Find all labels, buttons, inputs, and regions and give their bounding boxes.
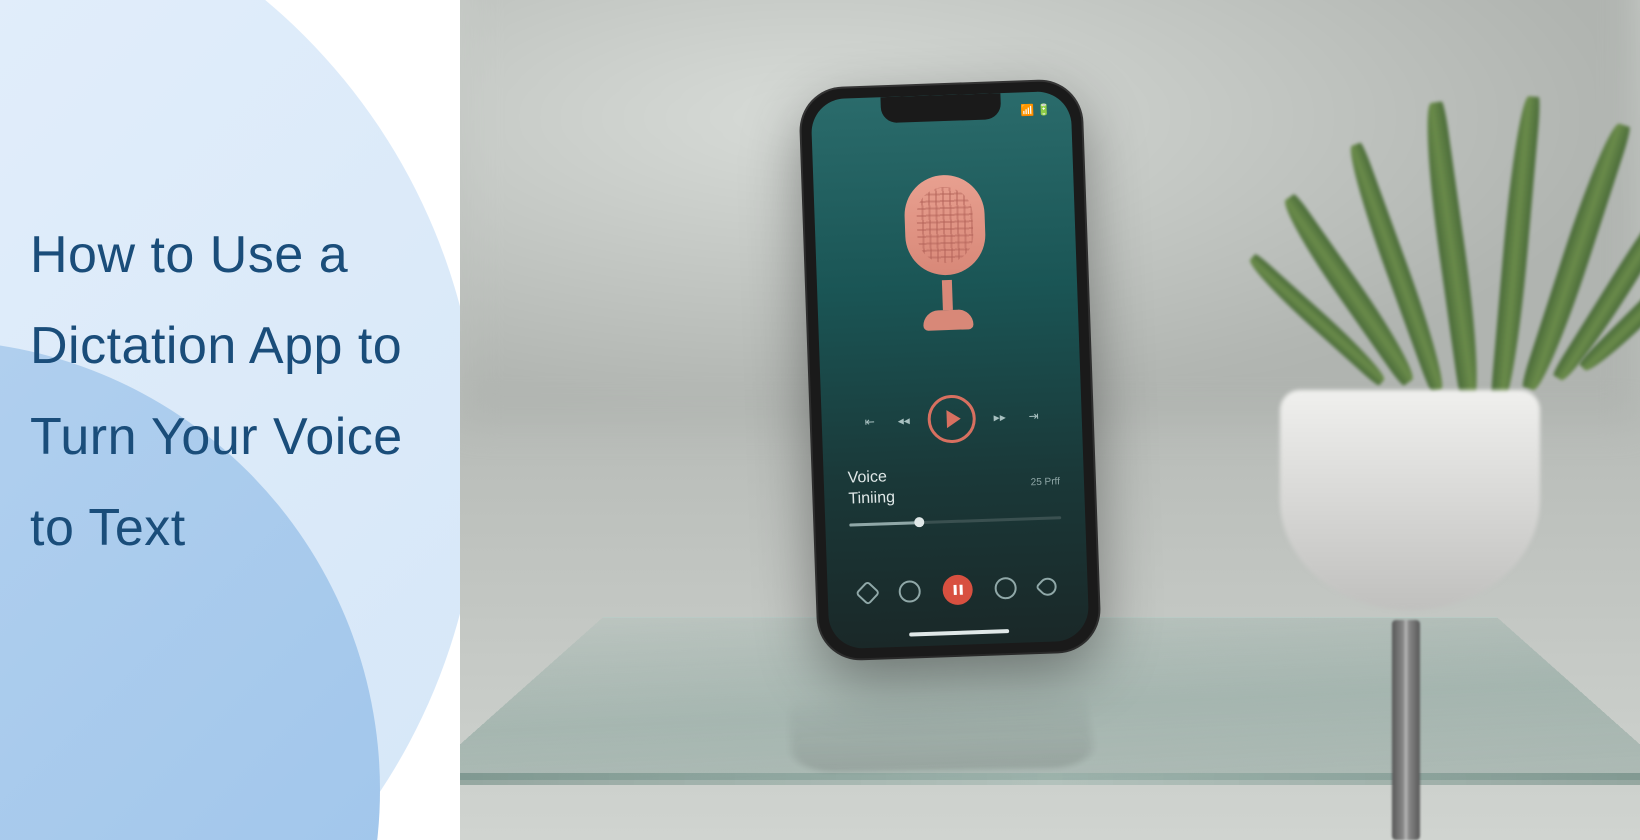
time-label: 25 Prff: [1031, 476, 1061, 488]
table-leg: [1392, 620, 1420, 840]
mic-base: [923, 309, 974, 331]
status-right: 📶 🔋: [1020, 103, 1051, 117]
phone-mockup: 📶 🔋 ⇤ ◂◂ ▸▸ ⇥: [800, 80, 1100, 659]
next-icon: ▸▸: [989, 407, 1010, 428]
mic-grid: [916, 186, 975, 264]
play-triangle-icon: [946, 410, 961, 428]
playback-controls: ⇤ ◂◂ ▸▸ ⇥: [821, 390, 1083, 447]
article-title: How to Use a Dictation App to Turn Your …: [0, 0, 460, 574]
skip-forward-icon: ⇥: [1023, 406, 1044, 427]
plant-pot: [1280, 390, 1540, 610]
progress-handle-icon: [914, 517, 924, 527]
table-edge: [460, 773, 1640, 785]
nav-diamond-icon: [855, 580, 880, 605]
record-button-icon: [942, 574, 973, 605]
phone-screen: 📶 🔋 ⇤ ◂◂ ▸▸ ⇥: [810, 91, 1089, 650]
progress-bar: [849, 516, 1061, 526]
play-button-icon: [927, 394, 977, 444]
plant-leaves: [1200, 0, 1620, 440]
phone-notch: [880, 93, 1001, 123]
phone-reflection: [787, 667, 1094, 772]
hero-image-scene: 📶 🔋 ⇤ ◂◂ ▸▸ ⇥: [460, 0, 1640, 840]
nav-drop-icon: [1035, 574, 1060, 599]
mic-stand: [942, 280, 953, 310]
prev-icon: ◂◂: [893, 410, 914, 431]
nav-circle-icon-2: [994, 577, 1017, 600]
track-label-line1: Voice: [847, 467, 894, 489]
home-indicator: [909, 629, 1009, 636]
nav-circle-icon: [898, 580, 921, 603]
phone-body: 📶 🔋 ⇤ ◂◂ ▸▸ ⇥: [800, 80, 1100, 659]
bottom-nav: [827, 570, 1088, 609]
progress-fill: [849, 521, 919, 526]
mic-head: [903, 174, 986, 277]
microphone-icon: [888, 173, 1004, 337]
left-title-panel: How to Use a Dictation App to Turn Your …: [0, 0, 460, 840]
skip-back-icon: ⇤: [859, 411, 880, 432]
track-label-line2: Tiniing: [848, 488, 895, 510]
track-label: Voice Tiniing: [847, 467, 895, 510]
